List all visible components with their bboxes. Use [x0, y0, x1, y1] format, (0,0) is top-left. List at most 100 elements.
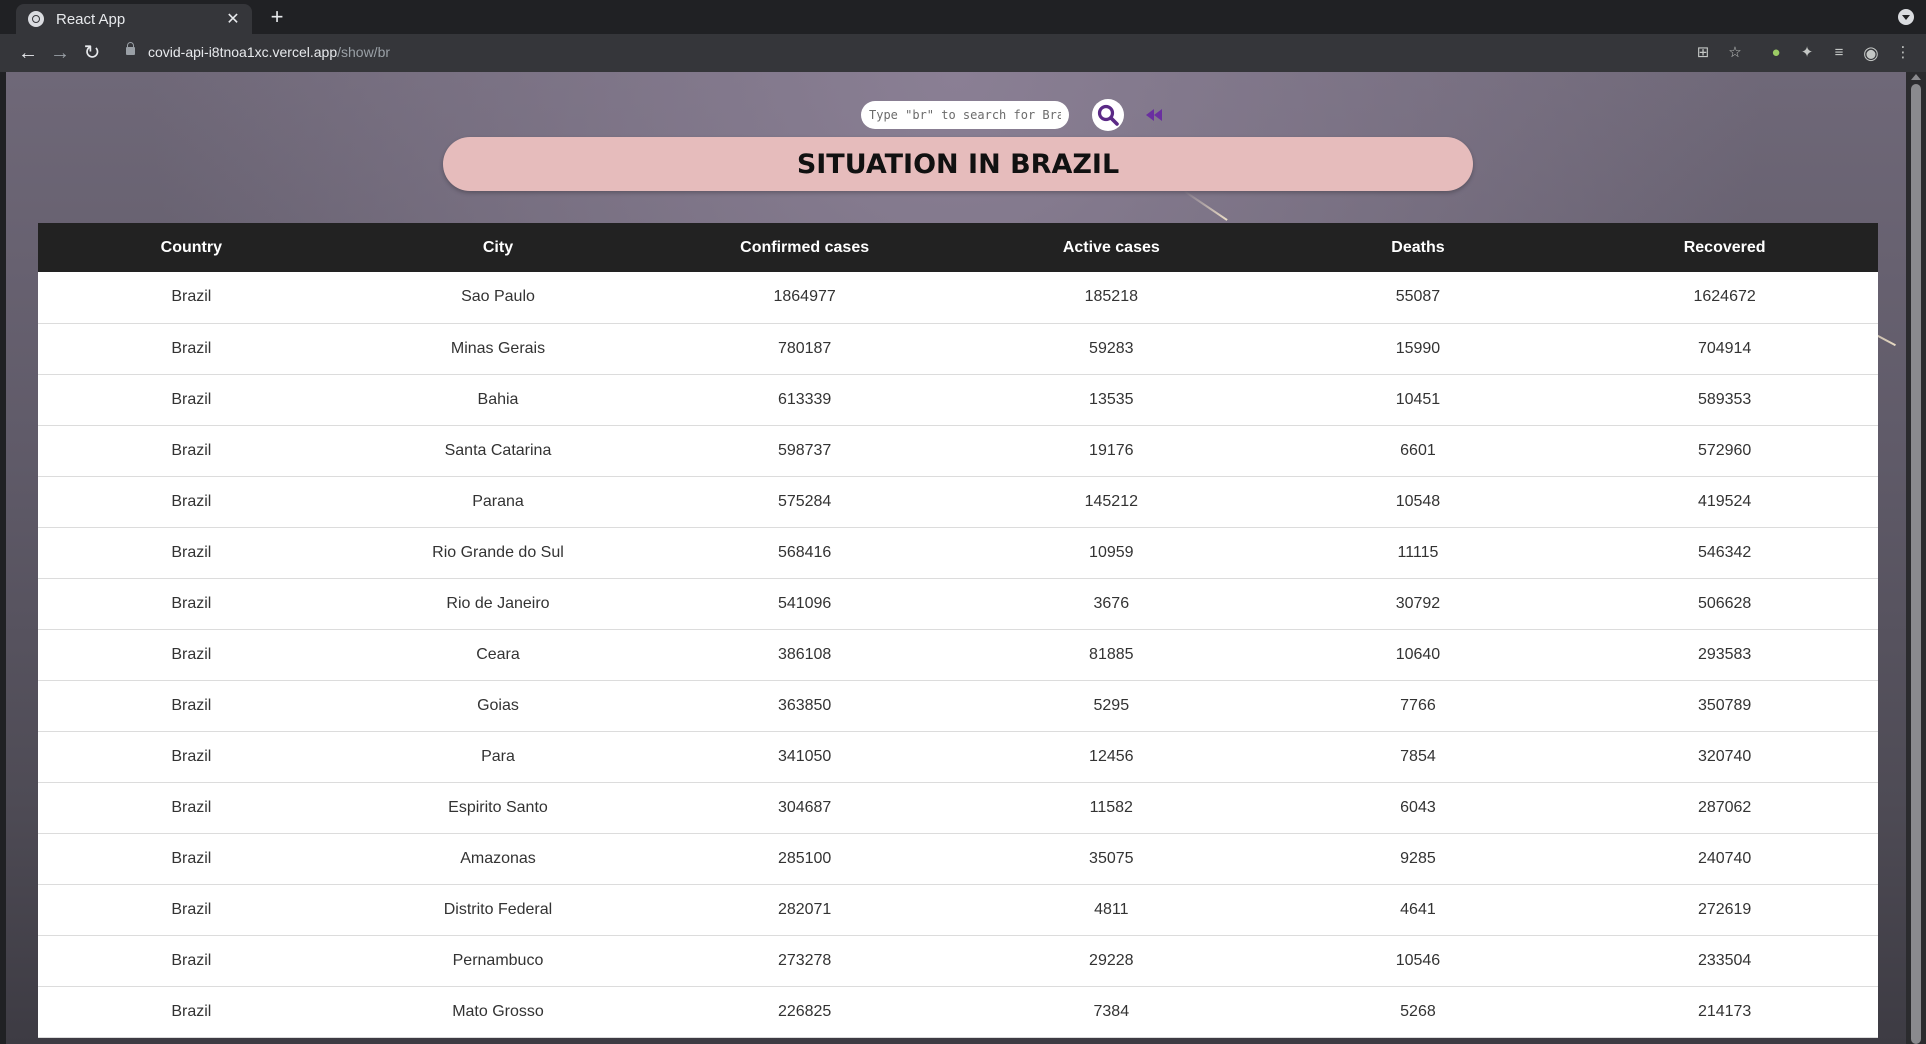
cell-confirmed: 568416 — [777, 543, 832, 561]
cell-city: Rio Grande do Sul — [432, 543, 564, 561]
cell-country: Brazil — [171, 951, 212, 969]
url-path: /show/br — [337, 44, 391, 60]
table-row: Brazil Bahia 613339 13535 10451 589353 — [38, 374, 1878, 425]
cell-recovered: 350789 — [1697, 696, 1752, 714]
cell-recovered: 240740 — [1697, 849, 1752, 867]
cell-confirmed: 282071 — [777, 900, 832, 918]
bookmark-star-icon[interactable]: ☆ — [1725, 43, 1745, 63]
table-header-row: Country City Confirmed cases Active cases De… — [38, 223, 1878, 272]
cell-deaths: 11115 — [1397, 543, 1439, 561]
page-viewport: SITUATION IN BRAZIL Country City Confirmed… — [6, 72, 1906, 1044]
cell-active: 5295 — [1093, 696, 1130, 714]
new-tab-button[interactable]: + — [264, 4, 290, 30]
table-row: Brazil Parana 575284 145212 10548 419524 — [38, 476, 1878, 527]
cell-active: 3676 — [1093, 594, 1130, 612]
table-row: Brazil Pernambuco 273278 29228 10546 233504 — [38, 935, 1878, 986]
cell-confirmed: 363850 — [777, 696, 832, 714]
cell-country: Brazil — [171, 1002, 212, 1020]
cell-country: Brazil — [171, 288, 212, 306]
cell-city: Mato Grosso — [452, 1002, 544, 1020]
cell-city: Sao Paulo — [461, 288, 535, 306]
cell-country: Brazil — [171, 747, 212, 765]
cell-active: 185218 — [1084, 288, 1138, 306]
cell-active: 145212 — [1084, 492, 1138, 510]
page-scrollbar[interactable] — [1906, 72, 1926, 1044]
extension-toggle-icon[interactable]: ● — [1766, 43, 1786, 63]
cell-country: Brazil — [171, 543, 212, 561]
reload-icon[interactable]: ↻ — [78, 39, 106, 67]
cell-city: Bahia — [477, 390, 519, 408]
page-title-banner: SITUATION IN BRAZIL — [443, 137, 1473, 191]
table-row: Brazil Para 341050 12456 7854 320740 — [38, 731, 1878, 782]
tab-close-icon[interactable]: ✕ — [224, 9, 242, 29]
cell-confirmed: 598737 — [777, 441, 832, 459]
cell-city: Rio de Janeiro — [446, 594, 550, 612]
cell-deaths: 55087 — [1395, 288, 1441, 306]
table-row: Brazil Mato Grosso 226825 7384 5268 214173 — [38, 986, 1878, 1037]
cell-confirmed: 285100 — [777, 849, 832, 867]
cell-active: 7384 — [1093, 1002, 1130, 1020]
column-header-confirmed: Confirmed cases — [740, 238, 870, 256]
cell-confirmed: 273278 — [777, 951, 832, 969]
background-streak — [1183, 190, 1228, 221]
cell-deaths: 15990 — [1395, 339, 1441, 357]
column-header-country: Country — [160, 238, 222, 256]
forward-arrow-icon[interactable]: → — [46, 39, 74, 67]
column-header-recovered: Recovered — [1683, 238, 1766, 256]
column-header-city: City — [482, 238, 514, 256]
extensions-puzzle-icon[interactable]: ✦ — [1797, 43, 1817, 63]
search-input[interactable] — [861, 101, 1069, 129]
cell-city: Amazonas — [460, 849, 536, 867]
cell-city: Espirito Santo — [448, 798, 548, 816]
cell-active: 13535 — [1089, 390, 1134, 408]
table-body: Brazil Sao Paulo 1864977 185218 55087 1624672… — [38, 272, 1878, 1037]
cell-city: Santa Catarina — [444, 441, 552, 459]
cell-confirmed: 575284 — [777, 492, 832, 510]
scroll-up-icon[interactable] — [1911, 74, 1921, 80]
cell-active: 10959 — [1089, 543, 1134, 561]
table-row: Brazil Espirito Santo 304687 11582 6043 28706… — [38, 782, 1878, 833]
cell-recovered: 572960 — [1697, 441, 1752, 459]
reading-list-icon[interactable]: ≡ — [1829, 43, 1849, 63]
cell-recovered: 589353 — [1697, 390, 1752, 408]
cell-recovered: 546342 — [1697, 543, 1752, 561]
cell-country: Brazil — [171, 594, 212, 612]
cell-country: Brazil — [171, 900, 212, 918]
lock-icon — [126, 42, 135, 55]
tab-search-icon[interactable] — [1898, 9, 1914, 25]
page-title: SITUATION IN BRAZIL — [796, 148, 1120, 180]
cell-country: Brazil — [171, 645, 212, 663]
cell-deaths: 5268 — [1400, 1002, 1436, 1020]
cell-deaths: 10451 — [1395, 390, 1441, 408]
browser-tab[interactable]: React App ✕ — [16, 4, 252, 34]
profile-avatar-icon[interactable]: ◉ — [1861, 43, 1881, 63]
scrollbar-thumb[interactable] — [1911, 84, 1921, 1044]
table-row: Brazil Distrito Federal 282071 4811 4641 2726… — [38, 884, 1878, 935]
cell-recovered: 1624672 — [1693, 288, 1756, 306]
translate-icon[interactable]: ⊞ — [1693, 43, 1713, 63]
table-row: Brazil Rio Grande do Sul 568416 10959 11115 5… — [38, 527, 1878, 578]
column-header-deaths: Deaths — [1391, 238, 1445, 256]
magnifier-icon — [1097, 104, 1119, 126]
cell-recovered: 287062 — [1697, 798, 1752, 816]
cell-active: 29228 — [1089, 951, 1134, 969]
cell-active: 81885 — [1089, 645, 1134, 663]
cell-recovered: 419524 — [1697, 492, 1752, 510]
cell-active: 59283 — [1089, 339, 1134, 357]
cell-confirmed: 613339 — [777, 390, 832, 408]
cell-active: 35075 — [1089, 849, 1134, 867]
cell-city: Parana — [472, 492, 524, 510]
cell-country: Brazil — [171, 339, 212, 357]
rewind-back-button[interactable] — [1144, 107, 1166, 123]
more-menu-icon[interactable]: ⋮ — [1893, 43, 1913, 63]
back-arrow-icon[interactable]: ← — [14, 39, 42, 67]
cases-table: Country City Confirmed cases Active cases De… — [38, 223, 1878, 1038]
address-bar[interactable]: covid-api-i8tnoa1xc.vercel.app/show/br — [148, 44, 390, 60]
rewind-icon — [1146, 109, 1162, 121]
table-row: Brazil Santa Catarina 598737 19176 6601 57296… — [38, 425, 1878, 476]
cell-confirmed: 541096 — [777, 594, 832, 612]
cell-deaths: 4641 — [1400, 900, 1436, 918]
cell-deaths: 6043 — [1400, 798, 1436, 816]
search-button[interactable] — [1092, 99, 1124, 131]
cell-country: Brazil — [171, 696, 212, 714]
